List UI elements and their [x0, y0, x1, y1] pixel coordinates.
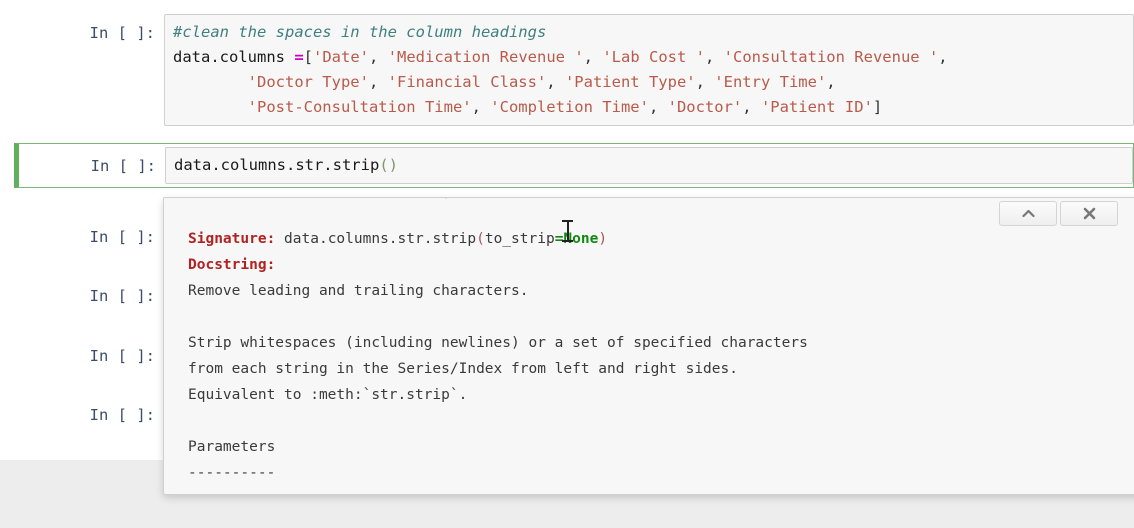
cell-source[interactable]: data.columns.str.strip() [174, 153, 1126, 178]
code-token: = [294, 48, 304, 66]
code-token: , [704, 48, 724, 66]
close-button[interactable] [1060, 201, 1118, 226]
code-token: 'Financial Class' [387, 73, 547, 91]
tooltip-button-group [999, 201, 1118, 226]
cell-prompt: In [ ]: [89, 287, 155, 305]
code-token: , [471, 98, 491, 116]
docstring-text: Signature: data.columns.str.strip(to_str… [188, 226, 1130, 486]
code-token: , [368, 73, 388, 91]
cell-prompt: In [ ]: [89, 347, 155, 365]
code-token: 'Doctor' [667, 98, 743, 116]
docstring-label-line: Docstring: [188, 252, 1130, 278]
tooltip-caret [432, 198, 448, 199]
code-token: data.columns.str.strip [174, 156, 380, 174]
docstring-body-line: Strip whitespaces (including newlines) o… [188, 335, 808, 351]
cell-prompt: In [ ]: [89, 24, 155, 42]
docstring-parameters-underline: ---------- [188, 465, 276, 481]
code-token: 'Post-Consultation Time' [247, 98, 472, 116]
signature-default: None [563, 231, 599, 247]
code-token: , [695, 73, 715, 91]
code-token: , [546, 73, 565, 91]
code-token: 'Patient Type' [564, 73, 696, 91]
docstring-body-line: Equivalent to :meth:`str.strip`. [188, 387, 468, 403]
code-token: 'Consultation Revenue ' [723, 48, 939, 66]
code-token: 'Medication Revenue ' [387, 48, 584, 66]
signature-label: Signature: [188, 231, 276, 247]
cell-input-area[interactable]: #clean the spaces in the column headings… [164, 14, 1134, 126]
code-token: 'Entry Time' [714, 73, 827, 91]
code-token: 'Lab Cost ' [602, 48, 705, 66]
signature-name: data.columns.str.strip [275, 231, 477, 247]
docstring-label: Docstring: [188, 257, 276, 273]
code-token: () [379, 156, 398, 174]
docstring-body-line [188, 304, 1130, 330]
cell-source[interactable]: #clean the spaces in the column headings… [173, 20, 1127, 120]
chevron-up-icon [1021, 209, 1035, 218]
code-token: data.columns [173, 48, 295, 66]
cell-input-area[interactable]: data.columns.str.strip() [165, 147, 1133, 184]
cell-prompt: In [ ]: [89, 228, 155, 246]
docstring-body-line: from each string in the Series/Index fro… [188, 361, 738, 377]
cell-prompt: In [ ]: [90, 157, 156, 175]
code-token: , [826, 73, 836, 91]
docstring-body-line: Remove leading and trailing characters. [188, 283, 529, 299]
code-token: 'Doctor Type' [247, 73, 369, 91]
code-token: , [583, 48, 603, 66]
docstring-tooltip[interactable]: Signature: data.columns.str.strip(to_str… [163, 197, 1134, 495]
code-token: , [648, 98, 668, 116]
signature-open-paren: ( [476, 231, 485, 247]
docstring-signature-line: Signature: data.columns.str.strip(to_str… [188, 226, 1130, 252]
docstring-parameters-heading: Parameters [188, 439, 276, 455]
cell-prompt: In [ ]: [89, 406, 155, 424]
notebook-cell-code[interactable]: In [ ]: #clean the spaces in the column … [14, 14, 1134, 126]
close-x-icon [1083, 207, 1096, 220]
code-comment: #clean the spaces in the column headings [173, 23, 547, 41]
code-token: [ [303, 48, 314, 66]
code-token: , [938, 48, 948, 66]
signature-close-paren: ) [598, 231, 608, 247]
expand-up-button[interactable] [999, 201, 1057, 226]
code-token: , [742, 98, 761, 116]
code-token: ] [872, 98, 883, 116]
code-token: 'Completion Time' [490, 98, 649, 116]
code-token: 'Patient ID' [760, 98, 873, 116]
signature-param: to_strip [484, 231, 555, 247]
docstring-body-line [188, 408, 1130, 434]
notebook-cell-selected[interactable]: In [ ]: data.columns.str.strip() [14, 143, 1134, 188]
code-token: 'Date' [313, 48, 370, 66]
code-token: , [369, 48, 388, 66]
